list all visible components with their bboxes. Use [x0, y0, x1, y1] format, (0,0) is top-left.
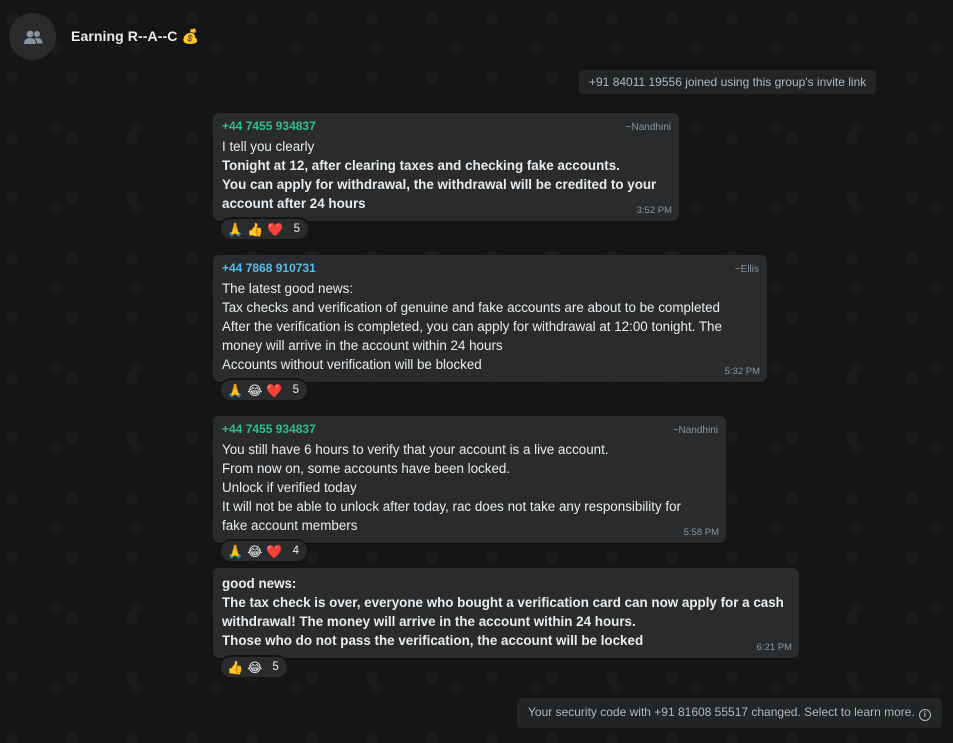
system-joined-notice: +91 84011 19556 joined using this group'… [579, 70, 877, 94]
reactions-bar[interactable]: 👍 😂 5 [219, 655, 289, 679]
reaction-heart: ❤️ [266, 543, 283, 559]
message-bubble[interactable]: +44 7455 934837 ~Nandhini I tell you cle… [213, 113, 679, 221]
reaction-pray: 🙏 [227, 543, 244, 559]
message-text: Tonight at 12, after clearing taxes and … [222, 158, 620, 173]
message-bubble[interactable]: +44 7868 910731 ~Ellis The latest good n… [213, 255, 767, 382]
message-sender[interactable]: +44 7868 910731 [222, 261, 316, 275]
reaction-joy: 😂 [247, 382, 263, 398]
message-text: Accounts without verification will be bl… [222, 357, 482, 372]
message-text: You still have 6 hours to verify that yo… [222, 442, 609, 457]
reaction-joy: 😂 [247, 543, 263, 559]
message-bubble[interactable]: +44 7455 934837 ~Nandhini You still have… [213, 416, 726, 543]
reaction-thumbs-up: 👍 [247, 221, 264, 237]
message-text: The latest good news: [222, 281, 354, 296]
reaction-heart: ❤️ [267, 221, 284, 237]
info-icon[interactable]: i [918, 709, 931, 721]
group-title[interactable]: Earning R--A--C 💰 [71, 28, 199, 45]
message-time: 3:52 PM [636, 205, 672, 216]
security-code-notice[interactable]: Your security code with +91 81608 55517 … [517, 698, 942, 728]
message-text: It will not be able to unlock after toda… [222, 499, 682, 514]
message-text: good news: [222, 576, 297, 591]
message-text: withdrawal! The money will arrive in the… [222, 614, 636, 629]
group-avatar[interactable] [9, 13, 56, 60]
message-text: You can apply for withdrawal, the withdr… [222, 177, 657, 192]
message-sender[interactable]: +44 7455 934837 [222, 119, 316, 133]
sender-alias: ~Nandhini [625, 122, 671, 133]
reactions-bar[interactable]: 🙏 😂 ❤️ 5 [219, 378, 309, 402]
message-time: 5:32 PM [724, 366, 760, 377]
message-sender[interactable]: +44 7455 934837 [222, 422, 316, 436]
reactions-bar[interactable]: 🙏 😂 ❤️ 4 [219, 539, 309, 563]
reaction-pray: 🙏 [227, 221, 244, 237]
reaction-count: 4 [292, 545, 299, 557]
message-text: Tax checks and verification of genuine a… [222, 300, 721, 315]
reaction-count: 5 [272, 661, 279, 673]
message-text: The tax check is over, everyone who boug… [222, 595, 784, 610]
message-text: I tell you clearly [222, 139, 315, 154]
reaction-count: 5 [293, 223, 300, 235]
message-text: account after 24 hours [222, 196, 366, 211]
chat-header[interactable]: Earning R--A--C 💰 [0, 0, 953, 72]
group-icon [23, 30, 42, 44]
sender-alias: ~Nandhini [672, 425, 718, 436]
message-time: 6:21 PM [756, 642, 792, 653]
reaction-count: 5 [292, 384, 299, 396]
message-bubble[interactable]: good news: The tax check is over, everyo… [213, 568, 799, 658]
message-text: Those who do not pass the verification, … [222, 633, 644, 648]
reaction-thumbs-up: 👍 [227, 659, 244, 675]
message-text: fake account members [222, 518, 358, 533]
message-time: 5:58 PM [683, 527, 719, 538]
security-code-text: Your security code with +91 81608 55517 … [528, 705, 915, 719]
message-text: After the verification is completed, you… [222, 319, 722, 334]
reaction-heart: ❤️ [266, 382, 283, 398]
reactions-bar[interactable]: 🙏 👍 ❤️ 5 [219, 217, 310, 241]
message-text: From now on, some accounts have been loc… [222, 461, 511, 476]
message-text: Unlock if verified today [222, 480, 357, 495]
sender-alias: ~Ellis [734, 264, 759, 275]
reaction-joy: 😂 [247, 659, 263, 675]
reaction-pray: 🙏 [227, 382, 244, 398]
message-text: money will arrive in the account within … [222, 338, 503, 353]
